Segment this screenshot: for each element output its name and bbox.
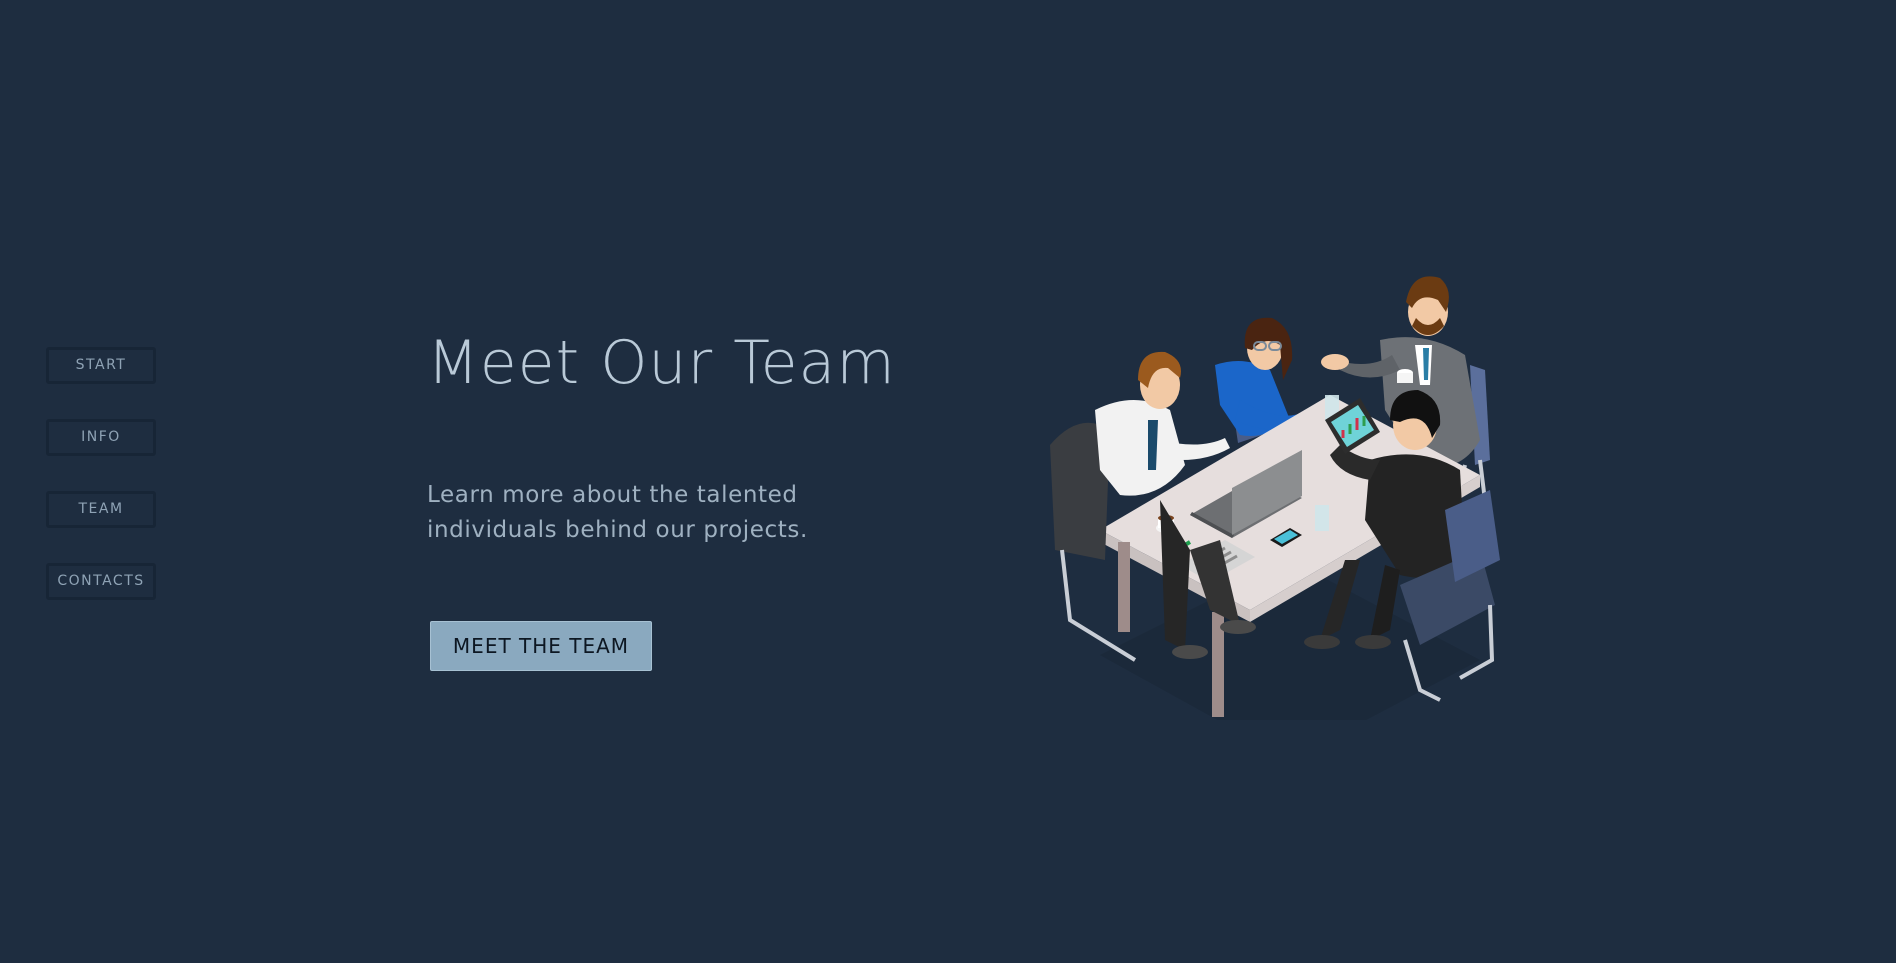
hero-description: Learn more about the talented individual… [427, 482, 808, 543]
nav-button-info[interactable]: INFO [46, 419, 156, 456]
nav-button-start[interactable]: START [46, 347, 156, 384]
nav-button-contacts[interactable]: CONTACTS [46, 563, 156, 600]
hero-title: Meet Our Team [427, 328, 896, 398]
meet-the-team-button[interactable]: MEET THE TEAM [430, 621, 652, 671]
team-meeting-illustration [1050, 276, 1500, 720]
side-navigation: START INFO TEAM CONTACTS [46, 347, 156, 635]
nav-button-team[interactable]: TEAM [46, 491, 156, 528]
